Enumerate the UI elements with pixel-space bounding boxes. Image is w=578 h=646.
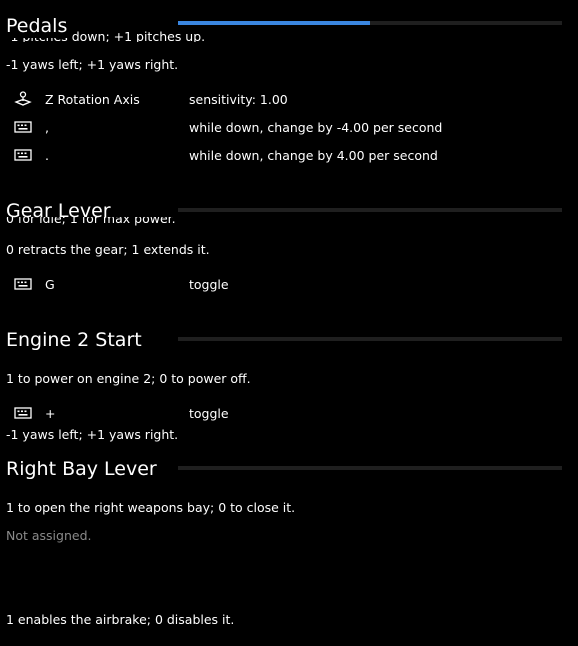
binding-action: toggle xyxy=(189,277,229,292)
binding-key: , xyxy=(45,120,49,135)
binding-key: G xyxy=(45,277,55,292)
section-divider xyxy=(178,337,562,341)
section-description: 1 to open the right weapons bay; 0 to cl… xyxy=(6,500,296,515)
binding-key: + xyxy=(45,406,56,421)
keyboard-icon xyxy=(14,405,32,421)
keyboard-icon xyxy=(14,147,32,163)
section-description: -1 yaws left; +1 yaws right. xyxy=(6,57,179,72)
joystick-icon xyxy=(14,91,32,107)
section-divider xyxy=(178,208,562,212)
keyboard-icon xyxy=(14,276,32,292)
binding-key: Z Rotation Axis xyxy=(45,92,140,107)
progress-bar-fill xyxy=(178,21,370,25)
section-divider xyxy=(178,466,562,470)
section-title-engine2-start: Engine 2 Start xyxy=(6,329,142,351)
section-title-pedals: Pedals xyxy=(6,14,72,38)
section-title-gear-lever: Gear Lever xyxy=(6,200,111,222)
overlapping-description: -1 yaws left; +1 yaws right. xyxy=(6,427,179,442)
binding-action: sensitivity: 1.00 xyxy=(189,92,288,107)
progress-bar xyxy=(178,21,562,25)
section-description: 0 retracts the gear; 1 extends it. xyxy=(6,242,210,257)
section-title-right-bay-lever: Right Bay Lever xyxy=(6,458,157,480)
section-description: 1 enables the airbrake; 0 disables it. xyxy=(6,612,235,627)
binding-action: while down, change by 4.00 per second xyxy=(189,148,438,163)
binding-key: . xyxy=(45,148,49,163)
binding-action: while down, change by -4.00 per second xyxy=(189,120,443,135)
not-assigned-label: Not assigned. xyxy=(6,528,92,543)
section-description: 1 to power on engine 2; 0 to power off. xyxy=(6,371,251,386)
keyboard-icon xyxy=(14,119,32,135)
binding-action: toggle xyxy=(189,406,229,421)
